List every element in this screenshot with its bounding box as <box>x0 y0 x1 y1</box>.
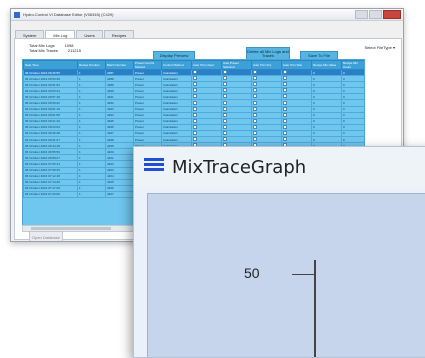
window-title: Hydro-Control VI Database Editor (V06345… <box>23 12 114 17</box>
close-button[interactable] <box>383 10 401 19</box>
minimize-button[interactable] <box>355 10 368 19</box>
mix-trace-graph-window: MixTraceGraph 50 <box>133 146 425 358</box>
column-header[interactable]: Batch Number <box>105 60 134 70</box>
title-bar: Hydro-Control VI Database Editor (V06345… <box>11 9 403 21</box>
scrollbar-thumb[interactable] <box>31 227 111 230</box>
y-tick-label: 50 <box>244 265 260 281</box>
filetype-label: Select FileType <box>364 45 392 50</box>
table-cell: 1 <box>77 190 106 198</box>
y-axis-line <box>314 260 316 357</box>
column-header[interactable]: Auto Trim Dry <box>251 60 282 70</box>
chevron-down-icon: ▾ <box>392 45 395 50</box>
y-tick-mark <box>292 274 314 275</box>
column-header[interactable]: Recipe Mix Value <box>311 60 342 70</box>
column-header[interactable]: Recipe Mix Count <box>341 60 364 70</box>
table-cell: 06 October 2016 07:20:00 <box>23 190 78 198</box>
maximize-button[interactable] <box>369 10 382 19</box>
table-header: Date Time Recipe Number Batch Number Preset… <box>23 60 364 70</box>
column-header[interactable]: Auto Trim Used <box>191 60 222 70</box>
column-header[interactable]: Auto Trim Wet <box>281 60 312 70</box>
stat-label: Total Mix Traces <box>29 48 58 53</box>
window-controls <box>355 10 401 19</box>
column-header[interactable]: Date Time <box>23 60 78 70</box>
table-cell: 4407 <box>105 190 134 198</box>
filetype-select[interactable]: Select FileType ▾ <box>365 45 396 50</box>
column-header[interactable]: Recipe Number <box>77 60 106 70</box>
stat-value: 211215 <box>67 48 81 53</box>
column-header[interactable]: Control Method <box>161 60 192 70</box>
graph-title-bar: MixTraceGraph <box>134 147 425 189</box>
chart-icon <box>144 158 164 176</box>
column-header[interactable]: Auto Preset Selected <box>221 60 252 70</box>
stats-block: Total Mix Logs 1098 Total Mix Traces 21121… <box>29 43 81 53</box>
graph-plot-area <box>147 193 425 357</box>
column-header[interactable]: Preset Control Method <box>133 60 162 70</box>
graph-window-title: MixTraceGraph <box>172 157 307 178</box>
open-database-button[interactable]: Open Database <box>29 231 63 241</box>
app-icon <box>14 11 20 18</box>
